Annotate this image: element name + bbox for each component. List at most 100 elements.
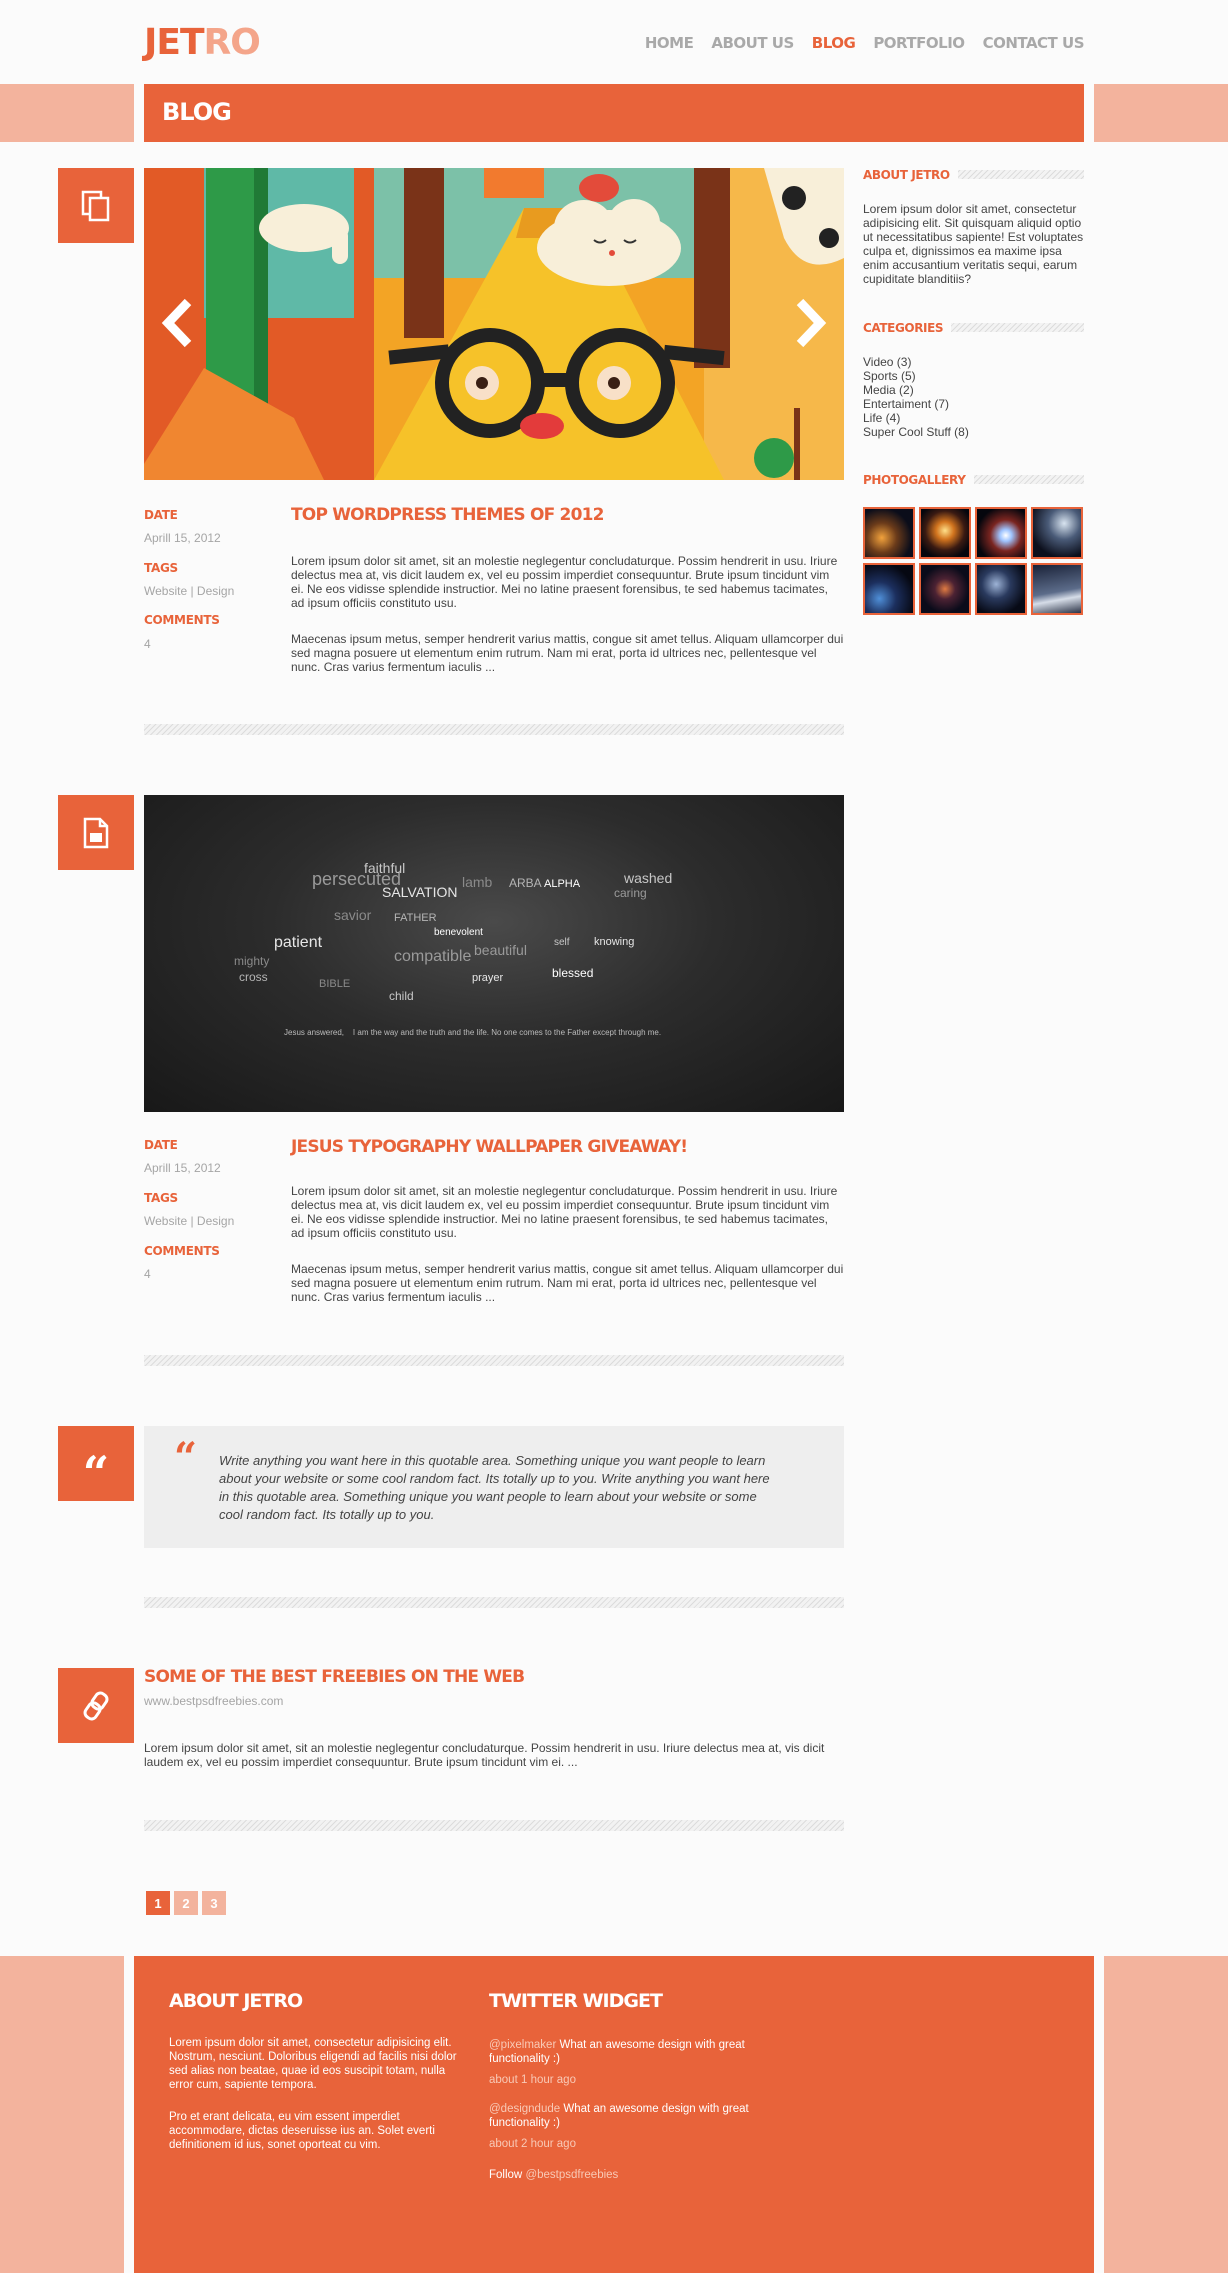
gallery-thumbnail[interactable] (975, 507, 1027, 559)
word-cloud-word: patient (274, 934, 323, 951)
word-cloud-word: prayer (472, 972, 504, 984)
sidebar-categories-header: CATEGORIES (863, 321, 1084, 337)
category-item-sports[interactable]: Sports (5) (863, 369, 969, 383)
post-1-title[interactable]: TOP WORDPRESS THEMES OF 2012 (291, 505, 604, 525)
word-cloud-word: SALVATION (382, 884, 457, 900)
post-divider (144, 1820, 844, 1831)
title-band-left-decor (0, 84, 134, 142)
follow-label: Follow (489, 2169, 523, 2181)
post-format-quote-badge: “ (58, 1426, 134, 1501)
title-band: BLOG (144, 84, 1084, 142)
nav-portfolio[interactable]: PORTFOLIO (873, 34, 965, 52)
word-cloud-word: washed (623, 870, 672, 886)
quote-text: Write anything you want here in this quo… (219, 1453, 770, 1522)
photo-gallery (863, 507, 1087, 615)
logo[interactable]: JETRO (144, 22, 261, 63)
post-2-image: persecuted faithful SALVATION lamb ARBA ALPHA… (144, 795, 844, 1112)
post-format-link-badge (58, 1668, 134, 1743)
post-1-date-label: DATE (144, 508, 178, 522)
gallery-thumbnail[interactable] (919, 507, 971, 559)
quote-mark-icon: “ (174, 1434, 198, 1481)
word-cloud-word: caring (614, 886, 647, 900)
post-4-title[interactable]: SOME OF THE BEST FREEBIES ON THE WEB (144, 1667, 525, 1687)
nav-about-us[interactable]: ABOUT US (711, 34, 794, 52)
nav-home[interactable]: HOME (645, 34, 694, 52)
nav-contact-us[interactable]: CONTACT US (983, 34, 1085, 52)
quote-icon: “ (82, 1445, 110, 1500)
post-4-url[interactable]: www.bestpsdfreebies.com (144, 1694, 283, 1708)
chain-link-icon (83, 1691, 109, 1720)
gallery-thumbnail[interactable] (975, 563, 1027, 615)
logo-part-2: RO (203, 22, 261, 63)
post-2-tags-label: TAGS (144, 1191, 178, 1205)
typography-word-cloud: persecutedfaithfulSALVATIONlamb ARBA ALPHA… (234, 860, 672, 1003)
footer: ABOUT JETRO Lorem ipsum dolor sit amet, … (134, 1956, 1094, 2273)
category-item-entertaiment[interactable]: Entertaiment (7) (863, 397, 969, 411)
post-2-date-label: DATE (144, 1138, 178, 1152)
post-1-comments-label: COMMENTS (144, 613, 220, 627)
post-2-paragraph-1: Lorem ipsum dolor sit amet, sit an moles… (291, 1184, 838, 1240)
category-item-media[interactable]: Media (2) (863, 383, 969, 397)
post-1-slider-image (144, 168, 844, 480)
gallery-thumbnail[interactable] (863, 563, 915, 615)
follow-handle-link[interactable]: @bestpsdfreebies (525, 2169, 618, 2181)
post-2-image-caption: Jesus answered, I am the way and the tru… (284, 1028, 662, 1037)
illustration-glasses-character (144, 168, 844, 480)
post-2-tags[interactable]: Website | Design (144, 1214, 234, 1228)
main-nav: HOME ABOUT US BLOG PORTFOLIO CONTACT US (645, 34, 1085, 52)
page-1-button[interactable]: 1 (146, 1891, 170, 1915)
word-cloud-word: ARBA (509, 876, 542, 890)
word-cloud-word: savior (334, 907, 372, 923)
sidebar-about-text: Lorem ipsum dolor sit amet, consectetur … (863, 202, 1084, 286)
sidebar-gallery-title: PHOTOGALLERY (863, 473, 974, 487)
slider-next-arrow-icon[interactable] (788, 298, 828, 348)
post-4-paragraph: Lorem ipsum dolor sit amet, sit an moles… (144, 1741, 825, 1769)
post-divider (144, 724, 844, 735)
category-item-video[interactable]: Video (3) (863, 355, 969, 369)
gallery-thumbnail[interactable] (863, 507, 915, 559)
gallery-thumbnail[interactable] (919, 563, 971, 615)
document-icon (83, 817, 109, 848)
page-2-button[interactable]: 2 (174, 1891, 198, 1915)
category-item-super-cool-stuff[interactable]: Super Cool Stuff (8) (863, 425, 969, 439)
post-1-comments-count[interactable]: 4 (144, 637, 151, 651)
nav-blog[interactable]: BLOG (812, 34, 856, 52)
word-cloud-word: faithful (364, 860, 405, 876)
tweet-2-handle[interactable]: @designdude (489, 2103, 560, 2115)
post-format-standard-badge (58, 795, 134, 870)
word-cloud-word: benevolent (434, 927, 483, 938)
word-cloud-word: lamb (462, 874, 493, 890)
word-cloud-word: child (389, 989, 414, 1003)
post-format-gallery-badge (58, 168, 134, 243)
logo-part-1: JET (144, 22, 205, 63)
footer-left-decor (0, 1956, 124, 2273)
post-1-paragraph-2: Maecenas ipsum metus, semper hendrerit v… (291, 632, 844, 674)
gallery-thumbnail[interactable] (1031, 563, 1083, 615)
page-3-button[interactable]: 3 (202, 1891, 226, 1915)
page-title: BLOG (162, 98, 232, 126)
word-cloud-word: FATHER (394, 912, 437, 924)
post-2-comments-count[interactable]: 4 (144, 1267, 151, 1281)
footer-twitter-title: TWITTER WIDGET (489, 1990, 663, 2012)
category-item-life[interactable]: Life (4) (863, 411, 969, 425)
post-1-tags[interactable]: Website | Design (144, 584, 234, 598)
word-cloud-word: compatible (394, 948, 471, 965)
footer-about-paragraph-2: Pro et erant delicata, eu vim essent imp… (169, 2111, 435, 2151)
post-2-comments-label: COMMENTS (144, 1244, 220, 1258)
word-cloud-word: knowing (594, 936, 634, 948)
gallery-thumbnail[interactable] (1031, 507, 1083, 559)
post-divider (144, 1355, 844, 1366)
tweet-2: @designdude What an awesome design with … (489, 2102, 779, 2130)
post-2-title[interactable]: JESUS TYPOGRAPHY WALLPAPER GIVEAWAY! (291, 1137, 688, 1157)
sidebar-about-title: ABOUT JETRO (863, 168, 958, 182)
title-band-right-decor (1094, 84, 1228, 142)
post-1-date: Aprill 15, 2012 (144, 531, 221, 545)
footer-right-decor (1104, 1956, 1228, 2273)
sidebar-gallery-header: PHOTOGALLERY (863, 473, 1084, 489)
slider-prev-arrow-icon[interactable] (160, 298, 200, 348)
word-cloud-word: ALPHA (544, 878, 581, 890)
twitter-follow: Follow @bestpsdfreebies (489, 2168, 779, 2182)
tweet-1-handle[interactable]: @pixelmaker (489, 2039, 556, 2051)
gallery-icon (81, 190, 110, 221)
word-cloud-word: cross (239, 970, 268, 984)
